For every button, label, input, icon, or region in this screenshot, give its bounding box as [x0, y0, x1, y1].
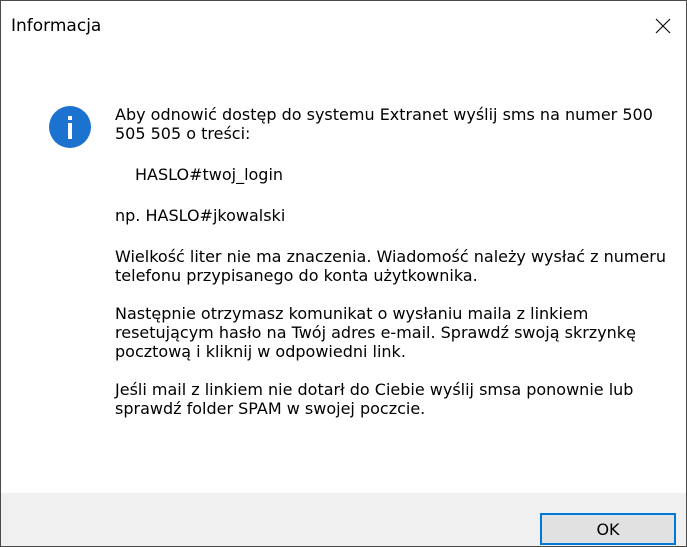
- sms-code-text: HASLO#twoj_login: [135, 165, 284, 184]
- close-button[interactable]: [640, 1, 686, 51]
- dialog-content: Aby odnowić dostęp do systemu Extranet w…: [1, 51, 686, 493]
- intro-text: Aby odnowić dostęp do systemu Extranet w…: [115, 105, 653, 143]
- message-text: Aby odnowić dostęp do systemu Extranet w…: [115, 105, 675, 437]
- next-steps-text: Następnie otrzymasz komunikat o wysłaniu…: [115, 304, 636, 361]
- fallback-text: Jeśli mail z linkiem nie dotarł do Ciebi…: [115, 380, 634, 418]
- ok-button[interactable]: OK: [540, 513, 676, 545]
- info-icon: [49, 106, 91, 148]
- message-dialog: Informacja Aby odnowić dostęp do systemu…: [0, 0, 687, 547]
- case-note-text: Wielkość liter nie ma znaczenia. Wiadomo…: [115, 247, 666, 285]
- dialog-footer: OK: [1, 493, 686, 546]
- example-text: np. HASLO#jkowalski: [115, 206, 286, 225]
- close-icon: [655, 18, 671, 34]
- dialog-title: Informacja: [11, 16, 102, 36]
- title-bar[interactable]: Informacja: [1, 1, 686, 51]
